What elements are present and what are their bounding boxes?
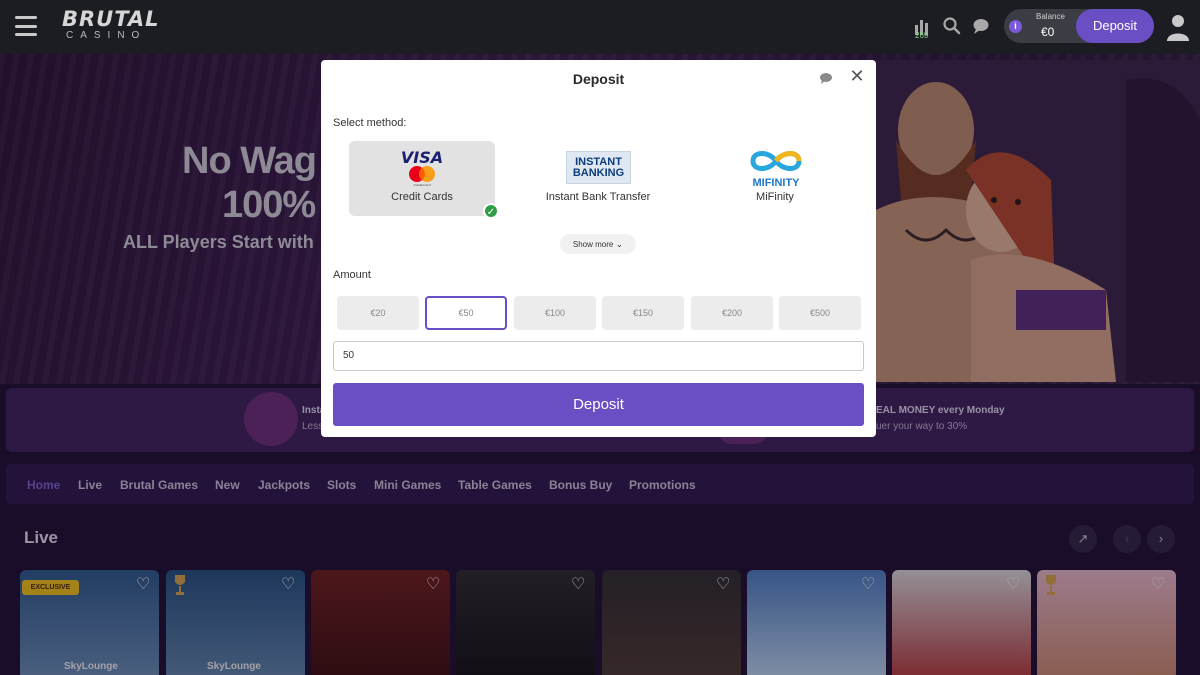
show-more-button[interactable]: Show more ⌄ (560, 234, 636, 254)
logo-main-text: BRUTAL (62, 7, 160, 31)
brutal-casino-logo[interactable]: BRUTAL CASINO (62, 8, 172, 46)
deposit-modal: Deposit ✕ Select method: VISA mastercard… (321, 60, 876, 437)
header-deposit-button[interactable]: Deposit (1076, 9, 1154, 43)
amount-option-150[interactable]: €150 (602, 296, 684, 330)
method-name: Credit Cards (391, 191, 453, 203)
method-name: MiFinity (756, 191, 794, 203)
amount-option-50[interactable]: €50 (425, 296, 507, 330)
mastercard-logo: mastercard (409, 166, 435, 187)
method-name: Instant Bank Transfer (545, 191, 651, 203)
balance-label: Balance (1036, 12, 1065, 21)
amount-option-500[interactable]: €500 (779, 296, 861, 330)
hamburger-icon[interactable] (15, 16, 37, 36)
logo-sub-text: CASINO (66, 30, 147, 41)
amount-input[interactable]: 50 (333, 341, 864, 371)
chat-icon[interactable] (819, 72, 833, 84)
mifinity-logo-text: MIFINITY (752, 177, 800, 189)
amount-option-200[interactable]: €200 (691, 296, 773, 330)
user-icon[interactable] (1166, 12, 1190, 42)
modal-title: Deposit (572, 71, 625, 87)
top-header: BRUTAL CASINO 269 i Balance €0 Deposit (0, 0, 1200, 54)
svg-text:mastercard: mastercard (413, 183, 430, 187)
search-icon[interactable] (942, 16, 962, 36)
deposit-submit-button[interactable]: Deposit (333, 383, 864, 426)
check-icon: ✓ (483, 203, 499, 219)
amount-option-100[interactable]: €100 (514, 296, 596, 330)
method-credit-cards[interactable]: VISA mastercard Credit Cards (349, 141, 495, 216)
balance-value: €0 (1041, 25, 1055, 39)
info-icon[interactable]: i (1009, 20, 1022, 33)
mifinity-infinity-logo (750, 151, 802, 171)
select-method-label: Select method: (333, 117, 407, 129)
chevron-down-icon: ⌄ (615, 239, 624, 249)
amount-option-20[interactable]: €20 (337, 296, 419, 330)
close-icon[interactable]: ✕ (849, 67, 865, 85)
amount-label: Amount (333, 269, 371, 281)
show-more-label: Show more (572, 240, 614, 249)
instant-banking-logo: INSTANT BANKING (566, 151, 631, 184)
chat-icon[interactable] (971, 16, 991, 36)
stats-count: 269 (915, 31, 929, 40)
